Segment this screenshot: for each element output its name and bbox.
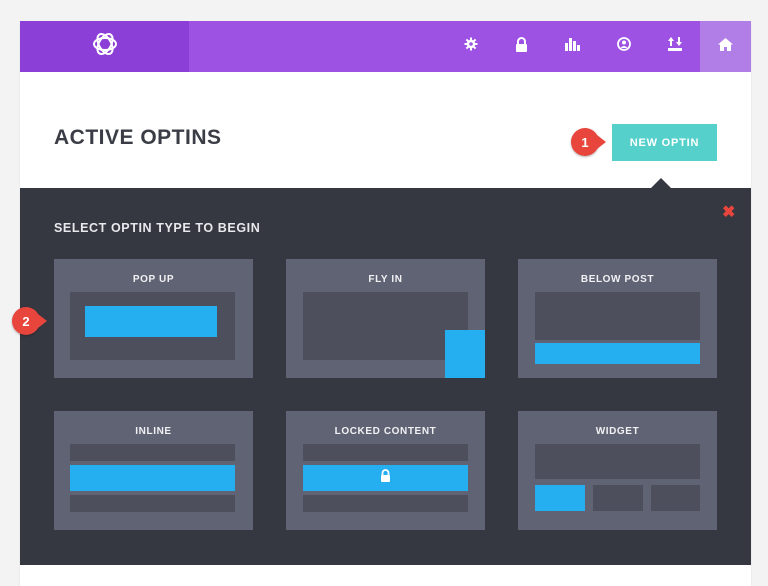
optin-type-below-post[interactable]: BELOW POST — [518, 259, 717, 378]
below-post-preview-bar — [535, 343, 700, 364]
optin-type-label: WIDGET — [595, 426, 640, 437]
nav-lock[interactable] — [496, 21, 547, 72]
inline-preview-top — [70, 444, 235, 461]
nav-import-export[interactable] — [649, 21, 700, 72]
optin-type-label: LOCKED CONTENT — [334, 426, 437, 437]
nav-icon-group — [445, 21, 751, 72]
flyin-preview-frame — [303, 292, 468, 360]
nav-stats[interactable] — [547, 21, 598, 72]
bloom-panel: ACTIVE OPTINS 1 NEW OPTIN ✖ SELECT OPTIN… — [12, 21, 751, 586]
locked-preview-bottom — [303, 495, 468, 512]
footer-strip — [20, 565, 751, 586]
optin-type-label: POP UP — [132, 274, 175, 285]
bar-chart-icon — [565, 37, 580, 56]
callout-badge-1: 1 — [571, 128, 606, 156]
inline-preview-bottom — [70, 495, 235, 512]
widget-preview-slot — [593, 485, 643, 511]
optin-type-label: BELOW POST — [580, 274, 655, 285]
locked-preview-box — [303, 465, 468, 491]
top-nav-bar — [20, 21, 751, 72]
widget-preview-content — [535, 444, 700, 479]
popup-preview-box — [85, 306, 217, 337]
new-optin-button[interactable]: NEW OPTIN — [612, 124, 717, 161]
lock-icon — [515, 36, 528, 57]
optin-type-popup[interactable]: POP UP — [54, 259, 253, 378]
page-title: ACTIVE OPTINS — [54, 126, 222, 149]
inline-preview-box — [70, 465, 235, 491]
below-post-preview-content — [535, 292, 700, 340]
callout-badge-2: 2 — [12, 307, 47, 335]
optin-type-locked-content[interactable]: LOCKED CONTENT — [286, 411, 485, 530]
nav-home[interactable] — [700, 21, 751, 72]
flyin-preview-box — [445, 330, 485, 378]
optin-type-widget[interactable]: WIDGET — [518, 411, 717, 530]
popover-caret — [651, 178, 671, 188]
optin-type-label: FLY IN — [368, 274, 403, 285]
import-export-icon — [667, 37, 682, 56]
gear-icon — [464, 37, 478, 56]
widget-preview-box — [535, 485, 585, 511]
divi-bloom-logo-icon — [91, 30, 119, 63]
header-area: ACTIVE OPTINS 1 NEW OPTIN — [20, 72, 751, 188]
optin-type-inline[interactable]: INLINE — [54, 411, 253, 530]
widget-preview-slot — [651, 485, 700, 511]
optin-type-flyin[interactable]: FLY IN — [286, 259, 485, 378]
locked-preview-top — [303, 444, 468, 461]
close-x-icon[interactable]: ✖ — [722, 202, 735, 222]
logo — [20, 21, 189, 72]
selector-title: SELECT OPTIN TYPE TO BEGIN — [54, 221, 261, 235]
nav-accounts[interactable] — [598, 21, 649, 72]
optin-type-label: INLINE — [135, 426, 172, 437]
user-circle-icon — [616, 37, 631, 56]
home-icon — [718, 37, 733, 56]
nav-settings[interactable] — [445, 21, 496, 72]
lock-icon — [380, 469, 391, 487]
